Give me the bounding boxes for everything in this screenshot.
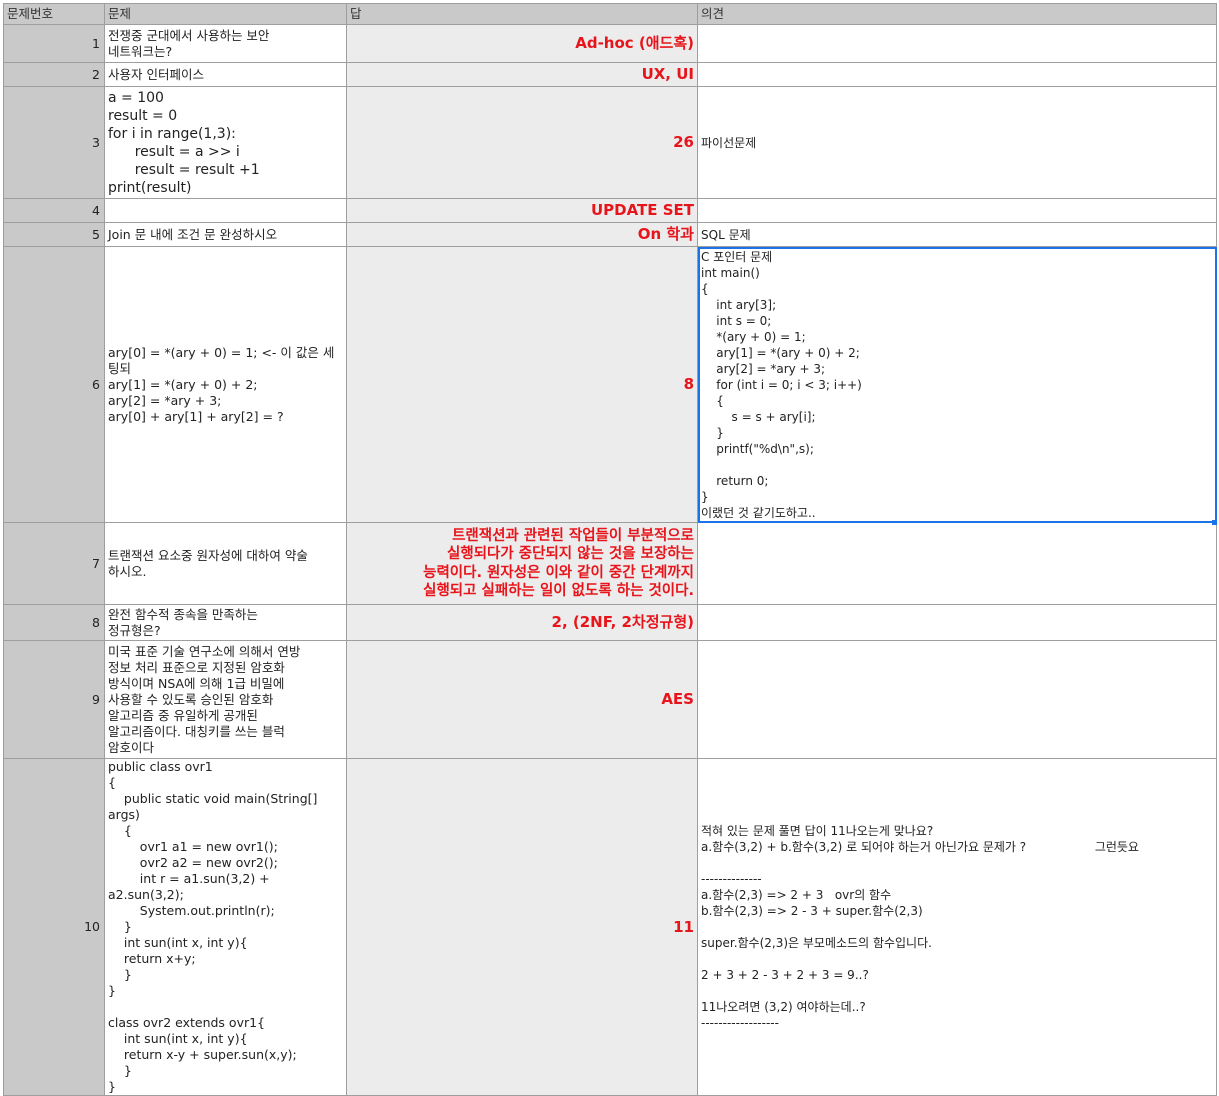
question-cell[interactable]: Join 문 내에 조건 문 완성하시오: [104, 222, 347, 247]
table-row: 6 ary[0] = *(ary + 0) = 1; <- 이 값은 세팅되 a…: [3, 246, 1217, 523]
header-comment[interactable]: 의견: [697, 3, 1217, 25]
question-cell[interactable]: public class ovr1 { public static void m…: [104, 758, 347, 1096]
table-row: 5 Join 문 내에 조건 문 완성하시오 On 학과 SQL 문제: [3, 222, 1217, 247]
spreadsheet-table: 문제번호 문제 답 의견 1 전쟁중 군대에서 사용하는 보안 네트워크는? A…: [3, 3, 1217, 1096]
row-number[interactable]: 7: [3, 522, 105, 605]
question-cell[interactable]: a = 100 result = 0 for i in range(1,3): …: [104, 86, 347, 199]
row-number[interactable]: 1: [3, 24, 105, 63]
table-row: 8 완전 함수적 종속을 만족하는 정규형은? 2, (2NF, 2차정규형): [3, 604, 1217, 641]
answer-cell[interactable]: 26: [346, 86, 698, 199]
table-row: 4 UPDATE SET: [3, 198, 1217, 223]
answer-cell[interactable]: AES: [346, 640, 698, 759]
comment-cell[interactable]: SQL 문제: [697, 222, 1217, 247]
question-cell[interactable]: 미국 표준 기술 연구소에 의해서 연방 정보 처리 표준으로 지정된 암호화 …: [104, 640, 347, 759]
row-number[interactable]: 10: [3, 758, 105, 1096]
row-number[interactable]: 4: [3, 198, 105, 223]
row-number[interactable]: 6: [3, 246, 105, 523]
table-row: 7 트랜잭션 요소중 원자성에 대하여 약술 하시오. 트랜잭션과 관련된 작업…: [3, 522, 1217, 605]
row-number[interactable]: 2: [3, 62, 105, 87]
answer-cell[interactable]: Ad-hoc (애드혹): [346, 24, 698, 63]
question-cell[interactable]: 전쟁중 군대에서 사용하는 보안 네트워크는?: [104, 24, 347, 63]
header-answer[interactable]: 답: [346, 3, 698, 25]
answer-cell[interactable]: 8: [346, 246, 698, 523]
question-cell[interactable]: [104, 198, 347, 223]
row-number[interactable]: 3: [3, 86, 105, 199]
header-question[interactable]: 문제: [104, 3, 347, 25]
comment-cell[interactable]: [697, 198, 1217, 223]
row-number[interactable]: 5: [3, 222, 105, 247]
selection-fill-handle[interactable]: [1212, 520, 1217, 525]
comment-cell[interactable]: [697, 24, 1217, 63]
comment-cell[interactable]: 적혀 있는 문제 풀면 답이 11나오는게 맞나요? a.함수(3,2) + b…: [697, 758, 1217, 1096]
question-cell[interactable]: 트랜잭션 요소중 원자성에 대하여 약술 하시오.: [104, 522, 347, 605]
comment-cell[interactable]: [697, 604, 1217, 641]
question-cell[interactable]: ary[0] = *(ary + 0) = 1; <- 이 값은 세팅되 ary…: [104, 246, 347, 523]
row-number[interactable]: 8: [3, 604, 105, 641]
answer-cell[interactable]: 트랜잭션과 관련된 작업들이 부분적으로 실행되다가 중단되지 않는 것을 보장…: [346, 522, 698, 605]
answer-cell[interactable]: 2, (2NF, 2차정규형): [346, 604, 698, 641]
comment-cell-selected[interactable]: C 포인터 문제 int main() { int ary[3]; int s …: [697, 246, 1217, 523]
table-row: 2 사용자 인터페이스 UX, UI: [3, 62, 1217, 87]
row-number[interactable]: 9: [3, 640, 105, 759]
question-cell[interactable]: 사용자 인터페이스: [104, 62, 347, 87]
comment-cell[interactable]: [697, 522, 1217, 605]
answer-cell[interactable]: UPDATE SET: [346, 198, 698, 223]
question-cell[interactable]: 완전 함수적 종속을 만족하는 정규형은?: [104, 604, 347, 641]
table-row: 3 a = 100 result = 0 for i in range(1,3)…: [3, 86, 1217, 199]
comment-cell[interactable]: [697, 640, 1217, 759]
header-number[interactable]: 문제번호: [3, 3, 105, 25]
header-row: 문제번호 문제 답 의견: [3, 3, 1217, 25]
answer-cell[interactable]: UX, UI: [346, 62, 698, 87]
table-row: 9 미국 표준 기술 연구소에 의해서 연방 정보 처리 표준으로 지정된 암호…: [3, 640, 1217, 759]
comment-cell[interactable]: 파이선문제: [697, 86, 1217, 199]
answer-cell[interactable]: On 학과: [346, 222, 698, 247]
comment-cell[interactable]: [697, 62, 1217, 87]
table-row: 10 public class ovr1 { public static voi…: [3, 758, 1217, 1096]
table-row: 1 전쟁중 군대에서 사용하는 보안 네트워크는? Ad-hoc (애드혹): [3, 24, 1217, 63]
answer-cell[interactable]: 11: [346, 758, 698, 1096]
